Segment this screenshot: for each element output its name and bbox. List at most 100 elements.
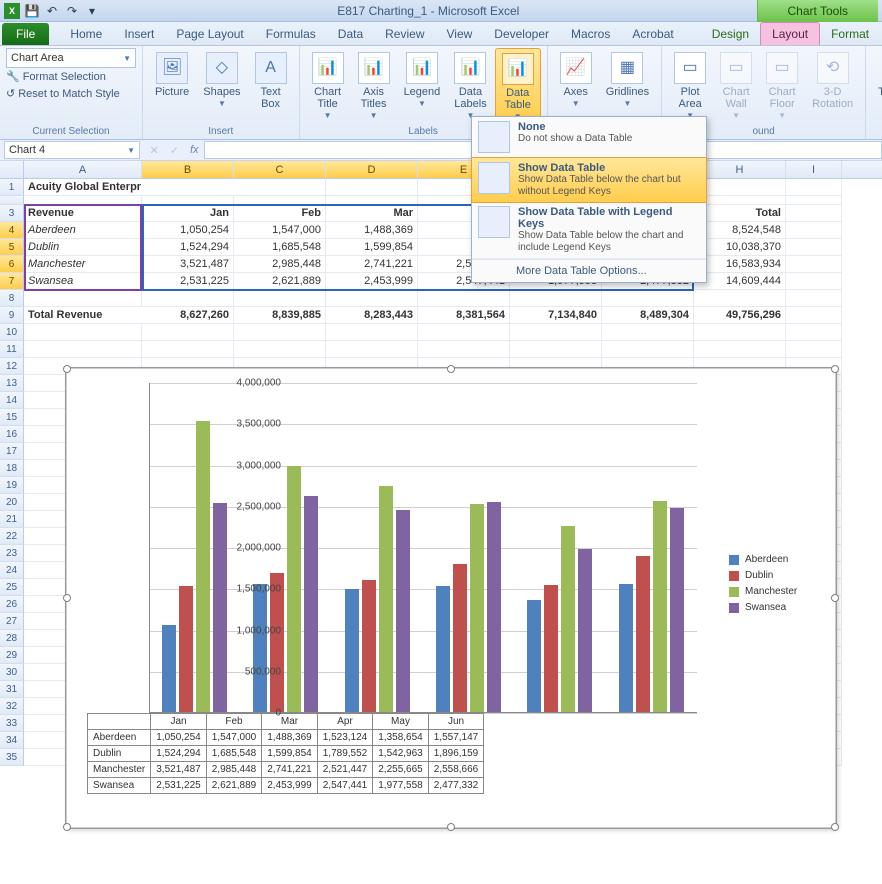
cell[interactable] [602, 324, 694, 341]
tab-acrobat[interactable]: Acrobat [621, 23, 684, 45]
cell[interactable]: 8,627,260 [142, 307, 234, 324]
bar[interactable] [179, 586, 193, 712]
tab-layout[interactable]: Layout [760, 22, 820, 45]
cell[interactable]: 1,547,000 [234, 222, 326, 239]
cell[interactable]: 10,038,370 [694, 239, 786, 256]
cell[interactable] [24, 324, 142, 341]
fx-icon[interactable]: fx [190, 144, 199, 156]
cell[interactable] [786, 179, 842, 196]
chart-legend[interactable]: AberdeenDublinManchesterSwansea [729, 549, 825, 618]
shapes-button[interactable]: ◇Shapes▼ [197, 48, 246, 110]
data-table-button[interactable]: 📊Data Table▼ [495, 48, 541, 124]
bar[interactable] [362, 580, 376, 712]
bar[interactable] [619, 584, 633, 712]
col-header-d[interactable]: D [326, 161, 418, 178]
tab-formulas[interactable]: Formulas [255, 23, 327, 45]
row-header[interactable]: 9 [0, 307, 24, 324]
row-header[interactable]: 4 [0, 222, 24, 239]
tab-review[interactable]: Review [374, 23, 435, 45]
cell[interactable] [142, 324, 234, 341]
cell[interactable]: 2,741,221 [326, 256, 418, 273]
cell[interactable] [234, 324, 326, 341]
bar[interactable] [561, 526, 575, 712]
cell[interactable]: 1,685,548 [234, 239, 326, 256]
row-header[interactable]: 5 [0, 239, 24, 256]
axes-button[interactable]: 📈Axes▼ [554, 48, 598, 110]
bar[interactable] [487, 502, 501, 712]
embedded-chart[interactable]: AberdeenDublinManchesterSwansea JanFebMa… [66, 368, 836, 828]
dd-more-options[interactable]: More Data Table Options... [472, 259, 706, 282]
cell[interactable]: 3,521,487 [142, 256, 234, 273]
cell[interactable]: 16,583,934 [694, 256, 786, 273]
cell[interactable]: 14,609,444 [694, 273, 786, 290]
row-header[interactable]: 6 [0, 256, 24, 273]
cell[interactable] [786, 256, 842, 273]
bar[interactable] [470, 504, 484, 712]
dd-show-data-table[interactable]: Show Data TableShow Data Table below the… [471, 157, 707, 203]
tab-home[interactable]: Home [59, 23, 113, 45]
legend-button[interactable]: 📊Legend▼ [398, 48, 447, 110]
select-all-corner[interactable] [0, 161, 24, 178]
row-header[interactable]: 10 [0, 324, 24, 341]
col-header-a[interactable]: A [24, 161, 142, 178]
cell[interactable]: Jan [142, 205, 234, 222]
name-box[interactable]: Chart 4▼ [4, 141, 140, 159]
undo-icon[interactable]: ↶ [44, 3, 60, 19]
bar[interactable] [304, 496, 318, 712]
bar[interactable] [436, 586, 450, 712]
cell[interactable]: 2,531,225 [142, 273, 234, 290]
legend-item[interactable]: Dublin [729, 570, 825, 581]
bar[interactable] [544, 585, 558, 712]
tab-macros[interactable]: Macros [560, 23, 621, 45]
tab-format[interactable]: Format [820, 23, 880, 45]
cell[interactable]: 2,621,889 [234, 273, 326, 290]
worksheet-grid[interactable]: A B C D E F G H I 1 Acuity Global Enterp… [0, 161, 882, 766]
cell[interactable]: Dublin [24, 239, 142, 256]
save-icon[interactable]: 💾 [24, 3, 40, 19]
cell[interactable] [786, 307, 842, 324]
bar[interactable] [253, 584, 267, 712]
cell[interactable]: 1,524,294 [142, 239, 234, 256]
bar[interactable] [213, 503, 227, 712]
cell[interactable]: 8,283,443 [326, 307, 418, 324]
cell[interactable]: 2,985,448 [234, 256, 326, 273]
cell[interactable]: 1,599,854 [326, 239, 418, 256]
bar[interactable] [162, 625, 176, 712]
cell[interactable]: Feb [234, 205, 326, 222]
cell[interactable]: Revenue [24, 205, 142, 222]
cell[interactable] [234, 179, 326, 196]
cell[interactable] [786, 273, 842, 290]
bar[interactable] [653, 501, 667, 712]
row-header[interactable]: 1 [0, 179, 24, 196]
cell[interactable] [326, 179, 418, 196]
redo-icon[interactable]: ↷ [64, 3, 80, 19]
legend-item[interactable]: Aberdeen [729, 554, 825, 565]
col-header-b[interactable]: B [142, 161, 234, 178]
cell[interactable]: 49,756,296 [694, 307, 786, 324]
cell[interactable] [694, 179, 786, 196]
bar[interactable] [396, 510, 410, 712]
qat-customize-icon[interactable]: ▾ [84, 3, 100, 19]
cell[interactable] [326, 324, 418, 341]
format-selection-button[interactable]: 🔧Format Selection [6, 70, 136, 83]
cell[interactable] [142, 179, 234, 196]
bar[interactable] [287, 466, 301, 712]
bar[interactable] [636, 556, 650, 712]
bar[interactable] [345, 589, 359, 712]
reset-style-button[interactable]: ↺Reset to Match Style [6, 87, 136, 100]
row-header[interactable] [0, 196, 24, 205]
cell[interactable] [786, 324, 842, 341]
cell[interactable]: Acuity Global Enterprises [24, 179, 142, 196]
cell[interactable]: Mar [326, 205, 418, 222]
row-header[interactable]: 7 [0, 273, 24, 290]
chart-title-button[interactable]: 📊Chart Title▼ [306, 48, 350, 122]
tab-design[interactable]: Design [701, 23, 760, 45]
bar[interactable] [379, 486, 393, 712]
dd-show-with-keys[interactable]: Show Data Table with Legend KeysShow Dat… [472, 202, 706, 259]
row-header[interactable]: 3 [0, 205, 24, 222]
legend-item[interactable]: Swansea [729, 602, 825, 613]
data-labels-button[interactable]: 📊Data Labels▼ [448, 48, 492, 122]
cell[interactable] [786, 205, 842, 222]
tab-insert[interactable]: Insert [113, 23, 165, 45]
cell[interactable]: 1,488,369 [326, 222, 418, 239]
